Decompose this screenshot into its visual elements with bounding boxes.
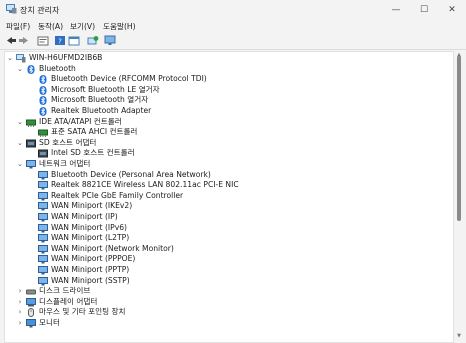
network-icon [38, 266, 48, 275]
mouse-icon [28, 308, 34, 318]
display-icon [26, 297, 36, 307]
tree-label: Intel SD 호스트 컨트롤러 [51, 148, 135, 158]
chevron-down-icon[interactable]: ⌄ [7, 53, 13, 63]
menu-file[interactable]: 파일(F) [6, 21, 30, 32]
tree-label: WAN Miniport (IPv6) [51, 222, 128, 232]
tree-label: 마우스 및 기타 포인팅 장치 [39, 307, 126, 317]
maximize-button[interactable]: ☐ [410, 0, 438, 20]
tree-label: WAN Miniport (SSTP) [51, 275, 130, 285]
network-icon [38, 255, 48, 264]
tree-label: 디스플레이 어댑터 [39, 296, 98, 306]
tree-label: Realtek Bluetooth Adapter [51, 106, 152, 115]
device-tree[interactable]: ⌄ WIN-H6UFMD2IB6B ⌄ Bluetooth Bluetooth De… [4, 51, 454, 343]
tree-label: WAN Miniport (PPPOE) [51, 254, 136, 264]
sd-icon [38, 149, 48, 158]
tree-label: IDE ATA/ATAPI 컨트롤러 [39, 116, 122, 126]
tree-label: 표준 SATA AHCI 컨트롤러 [51, 127, 138, 137]
tree-label: Realtek 8821CE Wireless LAN 802.11ac PCI… [51, 180, 239, 190]
chevron-down-icon[interactable]: ⌄ [17, 117, 23, 127]
scroll-down-icon[interactable]: ▼ [455, 333, 463, 339]
device-manager-icon [6, 4, 17, 14]
tree-label: WAN Miniport (L2TP) [51, 233, 130, 243]
monitor-icon [26, 319, 36, 328]
tree-label: SD 호스트 어댑터 [39, 137, 97, 147]
network-icon [38, 181, 48, 190]
tree-label: Microsoft Bluetooth 열거자 [51, 95, 149, 105]
network-icon [38, 276, 48, 286]
network-icon [38, 191, 48, 201]
network-icon [38, 223, 48, 233]
minimize-button[interactable]: — [382, 0, 410, 20]
network-icon [38, 213, 48, 222]
tree-label: Bluetooth Device (Personal Area Network) [51, 169, 211, 179]
network-icon [38, 202, 48, 211]
tree-label: Bluetooth [39, 63, 76, 73]
bluetooth-icon [39, 107, 47, 116]
tree-label: 네트워크 어댑터 [39, 159, 91, 168]
menu-bar: 파일(F) 동작(A) 보기(V) 도움말(H) [0, 20, 466, 33]
bluetooth-icon [39, 85, 47, 95]
menu-view[interactable]: 보기(V) [70, 21, 95, 32]
title-bar: 장치 관리자 — ☐ ✕ [0, 0, 466, 20]
computer-icon [16, 54, 26, 63]
scan-icon[interactable] [87, 35, 99, 46]
network-icon [38, 234, 48, 243]
tree-label: WAN Miniport (Network Monitor) [51, 243, 174, 253]
tree-label: 디스크 드라이브 [39, 286, 91, 296]
tree-label: Microsoft Bluetooth LE 열거자 [51, 84, 160, 94]
bluetooth-icon [39, 96, 47, 106]
tree-label: 모니터 [39, 318, 60, 327]
help-icon[interactable]: ? [54, 35, 66, 46]
window-title: 장치 관리자 [20, 6, 60, 15]
sd-icon [26, 139, 36, 148]
chevron-right-icon[interactable]: › [17, 297, 23, 307]
forward-icon[interactable] [18, 35, 30, 46]
tree-label: WAN Miniport (IKEv2) [51, 201, 133, 211]
svg-text:?: ? [58, 38, 62, 46]
ide-icon [38, 129, 48, 138]
chevron-down-icon[interactable]: ⌄ [17, 64, 23, 74]
view-icon[interactable] [68, 35, 80, 46]
tree-label: Bluetooth Device (RFCOMM Protocol TDI) [51, 74, 207, 84]
chevron-right-icon[interactable]: › [17, 318, 23, 328]
chevron-right-icon[interactable]: › [17, 307, 23, 317]
scrollbar-thumb[interactable] [457, 56, 461, 221]
toolbar: ? [0, 33, 466, 50]
tree-label: WAN Miniport (PPTP) [51, 265, 130, 274]
network-icon [38, 170, 48, 180]
back-icon[interactable] [5, 35, 17, 46]
menu-help[interactable]: 도움말(H) [103, 21, 136, 32]
menu-action[interactable]: 동작(A) [38, 21, 63, 32]
close-button[interactable]: ✕ [438, 0, 466, 20]
chevron-down-icon[interactable]: ⌄ [17, 159, 23, 169]
chevron-down-icon[interactable]: ⌄ [17, 138, 23, 148]
network-icon [26, 160, 36, 169]
network-icon [38, 244, 48, 254]
ide-icon [26, 119, 36, 127]
tree-label: WAN Miniport (IP) [51, 212, 118, 221]
chevron-right-icon[interactable]: › [17, 286, 23, 296]
bluetooth-icon [27, 64, 35, 74]
monitor-icon[interactable] [104, 35, 116, 46]
root-label: WIN-H6UFMD2IB6B [29, 53, 103, 62]
bluetooth-icon [39, 75, 47, 85]
tree-label: Realtek PCIe GbE Family Controller [51, 190, 184, 200]
disk-icon [26, 289, 36, 295]
properties-icon[interactable] [37, 35, 49, 46]
